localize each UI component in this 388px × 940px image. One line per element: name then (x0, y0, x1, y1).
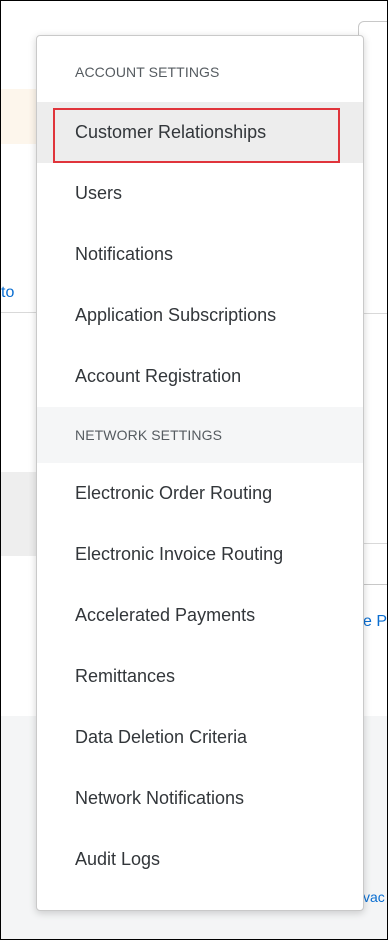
section-header-network-settings: NETWORK SETTINGS (37, 407, 363, 463)
menu-item-label: Electronic Invoice Routing (75, 544, 284, 564)
menu-item-notifications[interactable]: Notifications (37, 224, 363, 285)
section-header-account-settings: ACCOUNT SETTINGS (75, 64, 220, 80)
menu-item-electronic-invoice-routing[interactable]: Electronic Invoice Routing (37, 524, 363, 585)
background-banner (1, 89, 37, 144)
menu-item-remittances[interactable]: Remittances (37, 646, 363, 707)
menu-item-accelerated-payments[interactable]: Accelerated Payments (37, 585, 363, 646)
menu-item-label: Data Deletion Criteria (75, 727, 248, 747)
background-divider (1, 312, 37, 313)
menu-item-label: Accelerated Payments (75, 605, 256, 625)
menu-item-label: Network Notifications (75, 788, 245, 808)
menu-item-users[interactable]: Users (37, 163, 363, 224)
menu-item-customer-relationships[interactable]: Customer Relationships (37, 102, 363, 163)
menu-item-label: Customer Relationships (75, 122, 267, 142)
menu-item-label: Users (75, 183, 123, 203)
background-right-divider (363, 313, 387, 314)
menu-item-label: Audit Logs (75, 849, 161, 869)
menu-item-data-deletion-criteria[interactable]: Data Deletion Criteria (37, 707, 363, 768)
background-right-link-fragment[interactable]: e P (363, 613, 387, 631)
background-table-header (1, 472, 37, 556)
menu-item-label: Account Registration (75, 366, 242, 386)
menu-item-label: Application Subscriptions (75, 305, 277, 325)
settings-dropdown-menu: ACCOUNT SETTINGS Customer Relationships … (36, 35, 364, 911)
background-right-divider (363, 543, 387, 544)
menu-item-label: Notifications (75, 244, 174, 264)
menu-item-application-subscriptions[interactable]: Application Subscriptions (37, 285, 363, 346)
menu-item-network-notifications[interactable]: Network Notifications (37, 768, 363, 829)
background-link-fragment[interactable]: to (1, 284, 14, 302)
menu-item-account-registration[interactable]: Account Registration (37, 346, 363, 407)
menu-item-label: Electronic Order Routing (75, 483, 273, 503)
menu-item-label: Remittances (75, 666, 176, 686)
screenshot-frame: to e P vac ACCOUNT SETTINGS Customer Rel… (0, 0, 388, 940)
background-privacy-link-fragment[interactable]: vac (363, 889, 385, 905)
menu-item-electronic-order-routing[interactable]: Electronic Order Routing (37, 463, 363, 524)
menu-item-audit-logs[interactable]: Audit Logs (37, 829, 363, 890)
